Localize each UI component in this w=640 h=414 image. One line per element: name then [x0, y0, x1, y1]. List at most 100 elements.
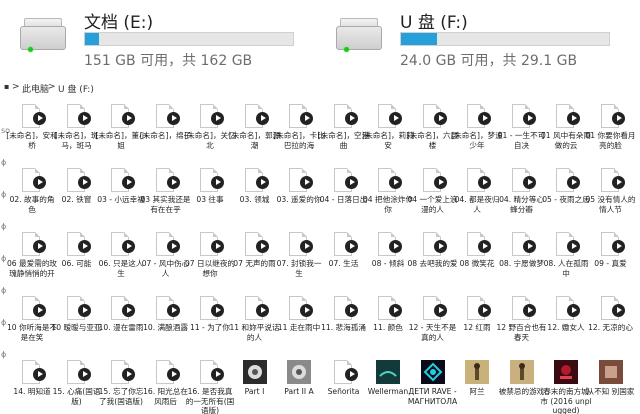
album-art-thumbnail	[509, 360, 534, 384]
file-item[interactable]: [未命名]，梦速少年	[451, 104, 503, 164]
album-art-thumbnail	[242, 360, 267, 384]
file-item[interactable]: [未命名]，斑马，斑马	[55, 104, 99, 164]
media-file-icon	[467, 168, 491, 192]
file-item[interactable]: 14. 明知道	[10, 360, 54, 414]
file-item[interactable]: 03. 遥爱的你	[277, 168, 321, 228]
file-item[interactable]: 10. 漫在雷雨	[99, 296, 143, 356]
file-item[interactable]: [未命名]，空港曲	[318, 104, 369, 164]
file-item[interactable]: 05 - 夜雨之后	[542, 168, 590, 228]
media-file-icon	[511, 168, 536, 192]
play-icon	[77, 240, 91, 253]
play-icon	[211, 304, 224, 317]
breadcrumb-current[interactable]: U 盘 (F:)	[58, 82, 94, 95]
file-item[interactable]: 03 往事	[188, 168, 232, 228]
file-item[interactable]: [未命名]，郭源潮	[229, 104, 280, 164]
file-item[interactable]: 11. 颜色	[366, 296, 410, 356]
file-item[interactable]: 04. 精分等心蜂分瓣	[499, 168, 544, 228]
file-item[interactable]: 15. 忘了你忘了我(国语版)	[99, 360, 143, 414]
file-item[interactable]: Part I	[233, 360, 277, 414]
file-item[interactable]: [未命名]，绵子	[140, 104, 191, 164]
file-item[interactable]: 06. 可能	[55, 232, 99, 292]
file-item[interactable]: 04 一个爱上浪漫的人	[407, 168, 458, 228]
file-item[interactable]: 09 - 真爱	[589, 232, 633, 292]
play-icon	[344, 112, 358, 125]
file-item[interactable]: 12 红雨	[455, 296, 499, 356]
file-item[interactable]: 12 野百合也有春天	[496, 296, 547, 356]
file-item[interactable]: [未命名]，关忆北	[184, 104, 236, 164]
file-item[interactable]: [未命名]，董小姐	[95, 104, 147, 164]
file-item[interactable]: 16. 是否我真的一无所有(国语版)	[186, 360, 234, 414]
file-item[interactable]: 08. 人在孤雨中	[544, 232, 588, 292]
file-item[interactable]: Señorita	[322, 360, 366, 414]
file-item[interactable]: [未命名]，卡比巴拉的海	[273, 104, 325, 164]
file-item[interactable]: 04 - 日落日出	[320, 168, 367, 228]
file-item[interactable]: 16. 阳光总在风雨后	[143, 360, 188, 414]
file-item[interactable]: 01 - 一生不可自决	[498, 104, 545, 164]
file-item[interactable]: 15. 心痛(国语版)	[53, 360, 100, 414]
breadcrumb-root[interactable]: 此电脑	[22, 82, 49, 95]
media-file-icon	[422, 104, 447, 128]
file-item[interactable]: 春末的南方城市 (2016 unplugged)	[540, 360, 592, 414]
file-item[interactable]: 02. 铁窗	[55, 168, 99, 228]
media-file-icon	[111, 104, 135, 128]
media-file-icon	[333, 104, 358, 128]
file-item[interactable]: 07. 封锁我一生	[277, 232, 321, 292]
file-item[interactable]: 07 无声的雨	[233, 232, 277, 292]
play-icon	[211, 240, 224, 253]
file-item[interactable]: 10. 满酿酒露	[143, 296, 188, 356]
file-item[interactable]: 01 风中有朵雨做的云	[541, 104, 591, 164]
file-item[interactable]: 08. 宁愿做梦	[499, 232, 544, 292]
media-file-icon	[467, 232, 491, 256]
play-icon	[389, 176, 402, 189]
file-item[interactable]: 07 - 风中伤心人	[142, 232, 189, 292]
file-item[interactable]: 12. 嫐女人	[544, 296, 588, 356]
file-item[interactable]: 03. 领城	[233, 168, 277, 228]
file-item[interactable]: 01 你要你看月亮的脸	[585, 104, 636, 164]
drive-f[interactable]: U 盘 (F:) 24.0 GB 可用，共 29.1 GB	[316, 4, 640, 70]
file-item[interactable]: 11 和妳平说话的人	[229, 296, 280, 356]
file-item[interactable]: Part II A	[277, 360, 321, 414]
drive-e[interactable]: 文档 (E:) 151 GB 可用，共 162 GB	[0, 4, 320, 70]
file-item[interactable]: 11 走在雨中	[277, 296, 321, 356]
play-icon	[166, 240, 180, 253]
file-item[interactable]: 08 微笑花	[455, 232, 499, 292]
file-item[interactable]: [未命名]，安和桥	[6, 104, 58, 164]
file-item[interactable]: 12 - 天生不是真的人	[409, 296, 456, 356]
file-item[interactable]: 08 去吧我的爱	[407, 232, 458, 292]
file-item[interactable]: 阿兰	[455, 360, 499, 414]
usb-drive-icon	[336, 16, 382, 52]
file-item[interactable]: 10 暧暧与亚亚	[51, 296, 102, 356]
file-item[interactable]: 06. 只是这人生	[99, 232, 143, 292]
file-item[interactable]: 07 日以继夜的想你	[185, 232, 235, 292]
play-icon	[33, 112, 46, 125]
file-item[interactable]: 11. 悲海孤涌	[321, 296, 366, 356]
play-icon	[211, 368, 224, 381]
file-item[interactable]: 10 你听海是不是在笑	[7, 296, 57, 356]
play-icon	[122, 368, 135, 381]
file-item[interactable]: [未命名]，六层楼	[407, 104, 458, 164]
file-item[interactable]: 04 把他涂炸作你	[363, 168, 413, 228]
file-item[interactable]: 05 没有情人的情人节	[585, 168, 636, 228]
file-item[interactable]: 被禁忌的游戏	[499, 360, 544, 414]
file-item[interactable]: 02. 故事的角色	[10, 168, 54, 228]
play-icon	[211, 176, 224, 189]
file-item[interactable]: 11 - 为了你	[188, 296, 232, 356]
play-icon	[255, 176, 269, 189]
file-item[interactable]: 从不知 别国家	[587, 360, 634, 414]
file-item[interactable]: 06 最爱需的玫瑰静悄悄的开	[7, 232, 57, 292]
media-file-icon	[289, 104, 313, 128]
file-item[interactable]: 07. 生活	[322, 232, 366, 292]
play-icon	[478, 240, 491, 253]
file-item[interactable]: [未命名]，莉莉安	[362, 104, 414, 164]
file-item[interactable]: 08 - 倾斜	[366, 232, 410, 292]
file-item[interactable]: 03 其实我还是有在在乎	[140, 168, 191, 228]
media-file-icon	[422, 168, 447, 192]
file-item[interactable]: 03 - 小远幸福	[97, 168, 145, 228]
play-icon	[389, 112, 402, 125]
media-file-icon	[467, 104, 491, 128]
file-item[interactable]: ДЕТИ RAVE - МАГНИТОЛА	[408, 360, 457, 414]
file-item[interactable]: 04. 都是夜归人	[455, 168, 499, 228]
play-icon	[433, 304, 447, 317]
file-item[interactable]: Wellerman	[366, 360, 410, 414]
file-item[interactable]: 12. 无凉的心	[588, 296, 633, 356]
